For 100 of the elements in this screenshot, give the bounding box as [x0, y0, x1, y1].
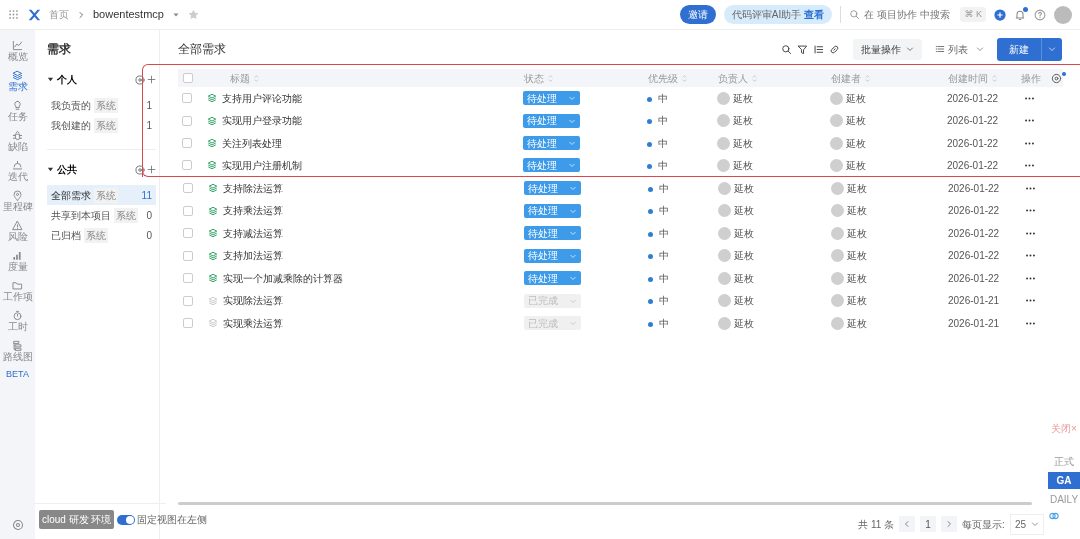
sidebar-title: 需求	[47, 41, 72, 58]
date-cell-text: 2026-01-22	[947, 114, 1000, 129]
date-cell-text: 2026-01-21	[948, 294, 1001, 309]
column-header[interactable]: 操作	[1020, 70, 1041, 86]
status-dropdown[interactable]: 待处理	[523, 91, 580, 106]
priority-cell: 中	[647, 157, 717, 173]
creator-name: 延枚	[846, 158, 866, 173]
priority-cell: 中	[648, 248, 718, 264]
assignee-name: 延枚	[734, 271, 754, 286]
date-cell-text: 2026-01-22	[947, 136, 1000, 151]
view-item[interactable]: 我创建的 系统 1	[47, 115, 156, 135]
invite-button[interactable]: 邀请	[679, 5, 716, 24]
item-title-link[interactable]: 实现一个加减乘除的计算器	[223, 270, 343, 286]
group-toggle[interactable]: 个人	[47, 72, 77, 87]
item-title-link[interactable]: 支持除法运算	[223, 180, 283, 196]
assignee-name: 延枚	[734, 294, 754, 309]
batch-actions-button[interactable]: 批量操作	[853, 38, 922, 60]
date-cell-text: 2026-01-22	[948, 226, 1001, 241]
assignee-name: 延枚	[734, 181, 754, 196]
environment-badge: cloud 研发 环境	[39, 510, 115, 529]
page-size-label: 每页显示:	[962, 517, 1005, 532]
nav-item[interactable]: 缺陷	[0, 128, 35, 155]
status-dropdown[interactable]: 待处理	[524, 271, 581, 286]
date-cell-text: 2026-01-22	[948, 271, 1001, 286]
creator-name: 延枚	[846, 91, 866, 106]
assignee-name: 延枚	[734, 204, 754, 219]
nav-item[interactable]: 概览	[0, 38, 35, 65]
nav-item[interactable]: 度量	[0, 248, 35, 275]
status-dropdown[interactable]: 待处理	[523, 113, 580, 128]
page-button[interactable]: 1	[920, 516, 937, 532]
priority-cell: 中	[648, 270, 718, 286]
view-item[interactable]: 已归档 系统 0	[47, 225, 156, 245]
nav-item[interactable]: 路线图	[0, 338, 35, 365]
creator-name: 延枚	[847, 226, 867, 241]
creator-name: 延枚	[847, 294, 867, 309]
creator-name: 延枚	[847, 204, 867, 219]
priority-cell: 中	[648, 293, 718, 309]
status-dropdown[interactable]: 待处理	[524, 248, 581, 263]
priority-cell: 中	[648, 315, 718, 331]
breadcrumb-link[interactable]: 首页	[49, 7, 69, 22]
item-title-link[interactable]: 实现除法运算	[223, 293, 283, 309]
status-dropdown[interactable]: 待处理	[524, 203, 581, 218]
creator-name: 延枚	[846, 136, 866, 151]
status-dropdown[interactable]: 待处理	[524, 181, 581, 196]
assignee-name: 延枚	[734, 316, 754, 331]
column-header[interactable]: 标题	[229, 70, 250, 86]
assignee-name: 延枚	[733, 158, 753, 173]
column-header[interactable]: 创建者	[830, 70, 861, 86]
item-title-link[interactable]: 实现乘法运算	[223, 315, 283, 331]
date-cell-text: 2026-01-21	[948, 316, 1001, 331]
ai-assistant-chip[interactable]: 代码评审AI助手 查看	[723, 5, 832, 24]
nav-item[interactable]: 里程碑	[0, 188, 35, 215]
search-field[interactable]: 在 项目协作 中搜索	[862, 6, 953, 23]
nav-item[interactable]: 工作项	[0, 278, 35, 305]
view-item[interactable]: 全部需求 系统 11	[47, 185, 156, 205]
priority-cell: 中	[647, 90, 717, 106]
column-header[interactable]: 负责人	[717, 70, 748, 86]
assignee-name: 延枚	[733, 91, 753, 106]
group-toggle[interactable]: 公共	[47, 162, 77, 177]
column-header[interactable]: 优先级	[647, 70, 678, 86]
priority-cell: 中	[648, 203, 718, 219]
priority-cell: 中	[648, 225, 718, 241]
project-name[interactable]: bowentestmcp	[93, 6, 164, 23]
item-title-link[interactable]: 实现用户登录功能	[222, 113, 302, 129]
date-cell-text: 2026-01-22	[948, 204, 1001, 219]
status-dropdown[interactable]: 待处理	[523, 158, 580, 173]
column-header[interactable]: 创建时间	[947, 70, 988, 86]
item-title-link[interactable]: 支持减法运算	[223, 225, 283, 241]
creator-name: 延枚	[847, 249, 867, 264]
date-cell-text: 2026-01-22	[947, 158, 1000, 173]
nav-item[interactable]: 迭代	[0, 158, 35, 185]
environment-option[interactable]: GA	[1048, 472, 1080, 489]
page-title: 全部需求	[178, 41, 226, 58]
assignee-name: 延枚	[733, 114, 753, 129]
nav-item[interactable]: 工时	[0, 308, 35, 335]
item-title-link[interactable]: 支持用户评论功能	[222, 90, 302, 106]
column-header[interactable]: 状态	[523, 70, 544, 86]
item-title-link[interactable]: 支持乘法运算	[223, 203, 283, 219]
status-dropdown[interactable]: 待处理	[523, 136, 580, 151]
nav-item[interactable]: 风险	[0, 218, 35, 245]
creator-name: 延枚	[847, 181, 867, 196]
beta-label: BETA	[6, 368, 29, 381]
status-dropdown[interactable]: 待处理	[524, 226, 581, 241]
page-size-select[interactable]: 25	[1009, 513, 1044, 535]
view-switch-button[interactable]: 列表	[927, 38, 992, 60]
new-button[interactable]: 新建	[997, 37, 1041, 61]
item-title-link[interactable]: 支持加法运算	[223, 248, 283, 264]
nav-item[interactable]: 需求	[0, 68, 35, 95]
item-title-link[interactable]: 关注列表处理	[222, 135, 282, 151]
toggle-label: 固定视图在左侧	[137, 513, 208, 527]
priority-cell: 中	[648, 180, 718, 196]
date-cell-text: 2026-01-22	[947, 91, 1000, 106]
priority-cell: 中	[647, 113, 717, 129]
total-count: 共 11 条	[858, 517, 895, 532]
view-item[interactable]: 我负责的 系统 1	[47, 95, 156, 115]
view-item[interactable]: 共享到本项目 系统 0	[47, 205, 156, 225]
shortcut-hint: ⌘ K	[960, 6, 986, 23]
nav-item[interactable]: 任务	[0, 98, 35, 125]
item-title-link[interactable]: 实现用户注册机制	[222, 157, 302, 173]
creator-name: 延枚	[847, 316, 867, 331]
